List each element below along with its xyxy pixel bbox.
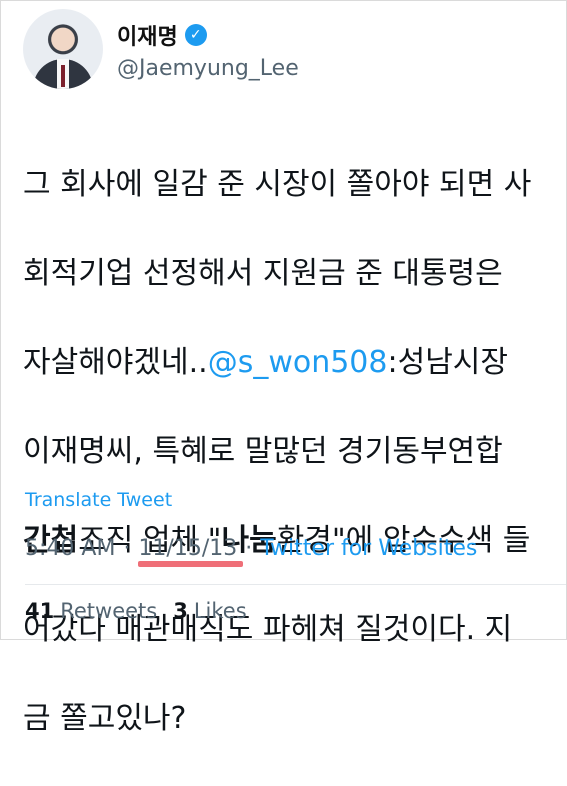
tweet-meta: 5:40 AM · 11/15/13 · Twitter for Website…	[25, 536, 477, 567]
tweet-time: 5:40 AM	[25, 536, 116, 561]
tweet-text-line: 그 회사에 일감 준 시장이 쫄아야 되면 사	[23, 166, 532, 202]
avatar[interactable]	[23, 9, 103, 89]
tweet-source-link[interactable]: Twitter for Websites	[260, 536, 477, 561]
avatar-tie	[61, 65, 65, 87]
tweet-text-line: 이재명씨, 특혜로 말많던 경기동부연합	[23, 433, 503, 469]
tweet-text-line: 금 쫄고있나?	[23, 700, 187, 736]
tweet-text-fragment: :성남시장	[387, 344, 508, 380]
stats-divider	[25, 584, 566, 585]
tweet-text-line: 자살해야겠네..@s_won508:성남시장	[23, 341, 548, 386]
retweets-label[interactable]: Retweets	[60, 599, 157, 623]
likes-count[interactable]: 3	[173, 599, 188, 623]
tweet-text-fragment: 자살해야겠네..	[23, 344, 208, 380]
meta-separator: ·	[245, 536, 253, 561]
translate-tweet-link[interactable]: Translate Tweet	[25, 489, 172, 511]
meta-separator: ·	[123, 536, 131, 561]
author-handle[interactable]: @Jaemyung_Lee	[117, 56, 299, 81]
likes-label[interactable]: Likes	[194, 599, 247, 623]
tweet-text: 그 회사에 일감 준 시장이 쫄아야 되면 사 회적기업 선정해서 지원금 준 …	[23, 118, 548, 786]
date-highlight-underline	[138, 561, 244, 567]
tweet-card: 이재명 ✓ @Jaemyung_Lee 그 회사에 일감 준 시장이 쫄아야 되…	[0, 0, 567, 736]
tweet-stats: 41 Retweets 3 Likes	[25, 599, 247, 623]
tweet-header: 이재명 ✓ @Jaemyung_Lee	[23, 9, 299, 89]
display-name[interactable]: 이재명	[117, 19, 178, 51]
tweet-date-wrap: 11/15/13	[138, 536, 244, 567]
author-names: 이재명 ✓ @Jaemyung_Lee	[117, 19, 299, 81]
mention-link[interactable]: @s_won508	[208, 345, 388, 380]
tweet-text-line: 회적기업 선정해서 지원금 준 대통령은	[23, 255, 503, 291]
tweet-date[interactable]: 11/15/13	[138, 536, 237, 561]
display-name-row: 이재명 ✓	[117, 19, 299, 51]
retweets-count[interactable]: 41	[25, 599, 54, 623]
verified-badge-icon: ✓	[184, 24, 207, 46]
